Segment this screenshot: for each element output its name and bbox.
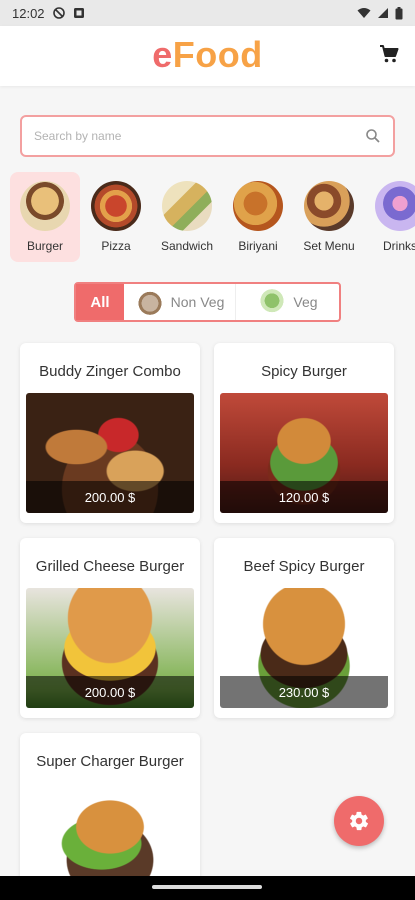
category-list: Burger Pizza Sandwich Biriyani Set Menu … [10, 172, 415, 262]
product-title: Grilled Cheese Burger [35, 557, 185, 575]
pizza-category-image [91, 181, 141, 231]
filter-non-veg-button[interactable]: Non Veg [124, 284, 236, 320]
product-image: 120.00 $ [220, 393, 388, 513]
notification-icon [73, 8, 84, 18]
product-price: 120.00 $ [220, 481, 388, 513]
product-price: 200.00 $ [26, 676, 194, 708]
category-biriyani[interactable]: Biriyani [223, 172, 293, 262]
category-label: Sandwich [160, 239, 214, 253]
data-saver-icon [52, 7, 65, 19]
product-price: 200.00 $ [26, 481, 194, 513]
category-label: Biriyani [238, 239, 278, 253]
filter-veg-label: Veg [293, 294, 318, 310]
product-title: Spicy Burger [261, 362, 347, 380]
product-card[interactable]: Beef Spicy Burger 230.00 $ [214, 538, 394, 718]
non-veg-icon [134, 289, 165, 315]
drinks-category-image [375, 181, 415, 231]
category-label: Set Menu [303, 239, 355, 253]
product-title: Beef Spicy Burger [243, 557, 365, 575]
category-label: Drinks [382, 239, 415, 253]
search-icon[interactable] [365, 128, 381, 144]
wifi-icon [357, 8, 371, 18]
filter-non-veg-label: Non Veg [170, 294, 225, 310]
gear-icon [349, 811, 369, 831]
biriyani-category-image [233, 181, 283, 231]
product-card[interactable]: Buddy Zinger Combo 200.00 $ [20, 343, 200, 523]
burger-category-image [20, 181, 70, 231]
product-card[interactable]: Super Charger Burger [20, 733, 200, 893]
app-logo: eFood [0, 34, 415, 76]
product-image: 200.00 $ [26, 588, 194, 708]
product-title: Buddy Zinger Combo [39, 362, 181, 380]
filter-veg-button[interactable]: Veg [236, 284, 339, 320]
cart-icon[interactable] [377, 42, 401, 66]
sandwich-category-image [162, 181, 212, 231]
product-price: 230.00 $ [220, 676, 388, 708]
status-bar: 12:02 [0, 0, 415, 26]
signal-icon [378, 8, 388, 18]
system-nav-bar [0, 876, 415, 900]
veg-filter: All Non Veg Veg [74, 282, 341, 322]
product-card[interactable]: Spicy Burger 120.00 $ [214, 343, 394, 523]
filter-all-button[interactable]: All [76, 284, 124, 320]
battery-icon [395, 6, 403, 19]
veg-icon [257, 289, 288, 315]
set-menu-category-image [304, 181, 354, 231]
settings-fab[interactable] [334, 796, 384, 846]
logo-food: Food [172, 34, 263, 75]
search-input[interactable] [34, 129, 365, 143]
category-label: Pizza [101, 239, 131, 253]
category-set-menu[interactable]: Set Menu [294, 172, 364, 262]
category-pizza[interactable]: Pizza [81, 172, 151, 262]
search-bar[interactable] [20, 115, 395, 157]
category-burger[interactable]: Burger [10, 172, 80, 262]
home-gesture-handle[interactable] [152, 885, 262, 889]
product-image: 200.00 $ [26, 393, 194, 513]
category-drinks[interactable]: Drinks [365, 172, 415, 262]
category-sandwich[interactable]: Sandwich [152, 172, 222, 262]
app-bar: eFood [0, 26, 415, 86]
logo-e: e [152, 34, 173, 75]
category-label: Burger [26, 239, 64, 253]
product-card[interactable]: Grilled Cheese Burger 200.00 $ [20, 538, 200, 718]
product-image: 230.00 $ [220, 588, 388, 708]
product-title: Super Charger Burger [36, 752, 184, 770]
status-time: 12:02 [12, 5, 45, 21]
